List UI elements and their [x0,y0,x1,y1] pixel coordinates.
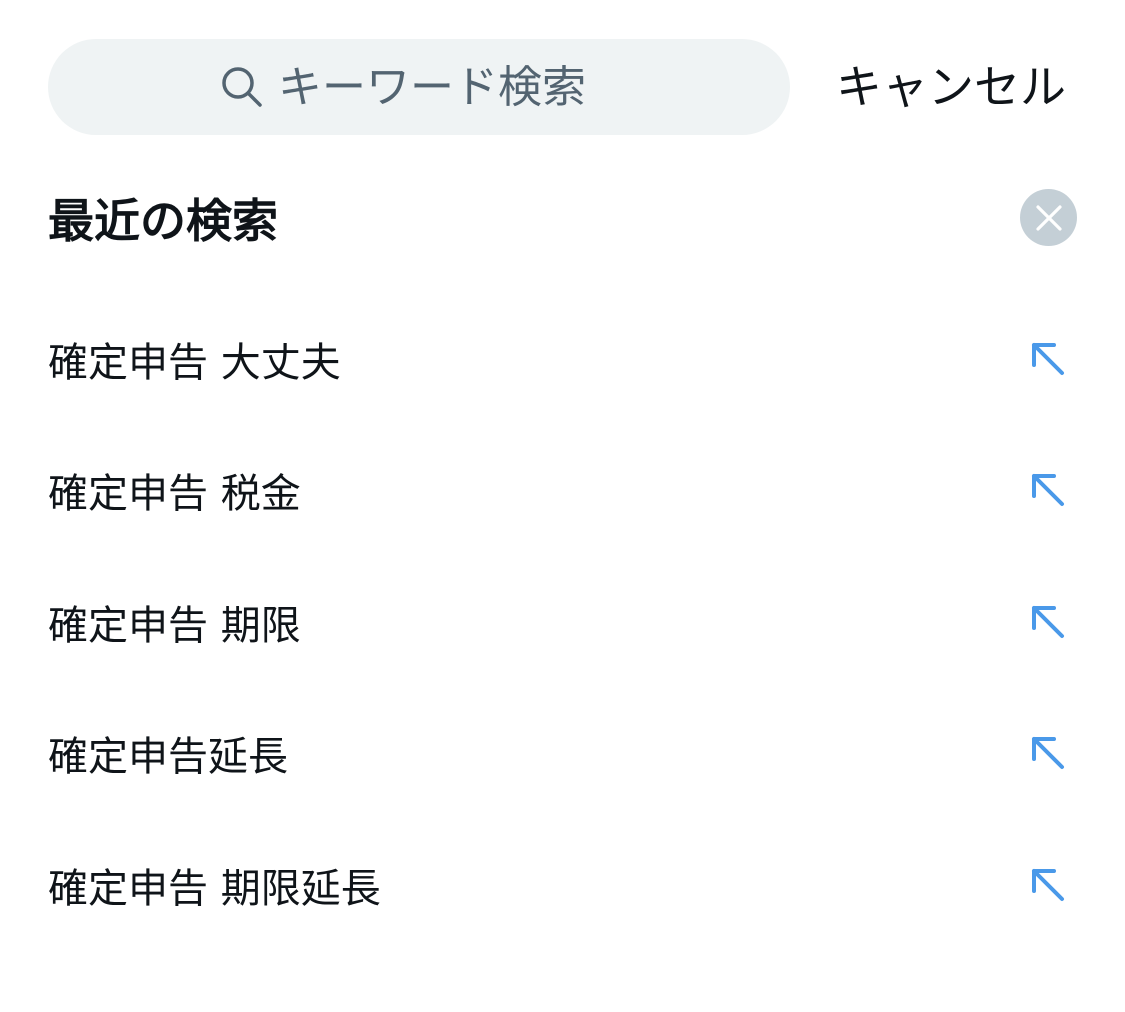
recent-search-label: 確定申告延長 [48,734,288,781]
recent-search-label: 確定申告 税金 [48,471,301,518]
recent-search-item[interactable]: 確定申告 大丈夫 [0,293,1125,425]
recent-search-item[interactable]: 確定申告延長 [0,688,1125,820]
recent-search-item[interactable]: 確定申告 期限延長 [0,819,1125,951]
fill-query-button[interactable] [1020,594,1076,650]
recent-search-label: 確定申告 期限延長 [48,865,381,912]
clear-recent-button[interactable] [1020,189,1077,246]
fill-query-button[interactable] [1020,857,1076,913]
fill-query-button[interactable] [1020,462,1076,518]
search-input[interactable] [278,61,618,113]
arrow-up-left-icon [1028,733,1068,773]
fill-query-button[interactable] [1020,725,1076,781]
recent-search-item[interactable]: 確定申告 税金 [0,425,1125,557]
search-field-group [220,61,618,113]
arrow-up-left-icon [1028,602,1068,642]
recent-searches-title: 最近の検索 [48,194,278,248]
recent-search-item[interactable]: 確定申告 期限 [0,556,1125,688]
recent-search-list: 確定申告 大丈夫 確定申告 税金 確定申告 期限 確定申告延長 確定申告 期限延… [0,293,1125,951]
fill-query-button[interactable] [1020,331,1076,387]
search-bar[interactable] [48,39,790,135]
cancel-button[interactable]: キャンセル [836,52,1081,122]
arrow-up-left-icon [1028,865,1068,905]
arrow-up-left-icon [1028,339,1068,379]
search-icon [220,65,264,109]
recent-search-label: 確定申告 大丈夫 [48,339,341,386]
arrow-up-left-icon [1028,470,1068,510]
close-icon [1034,203,1064,233]
recent-search-label: 確定申告 期限 [48,602,301,649]
